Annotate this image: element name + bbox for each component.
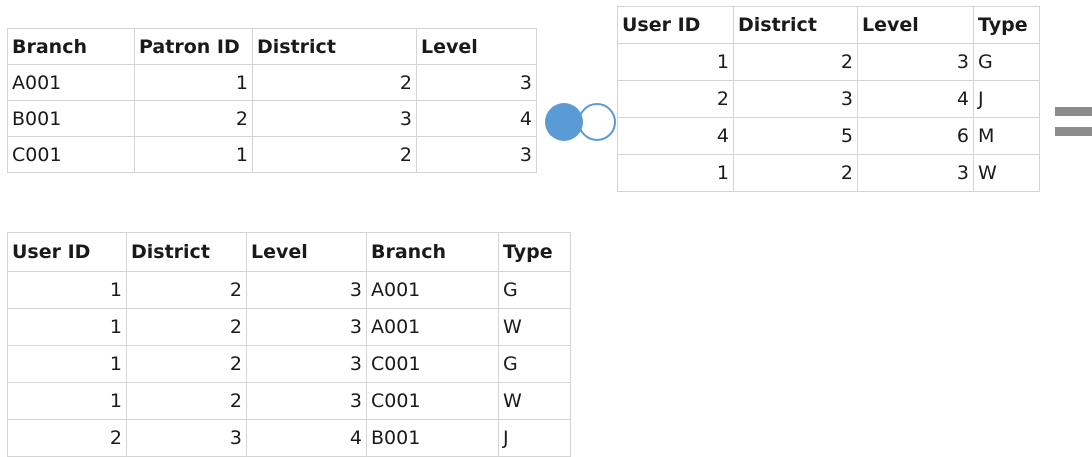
table-cell: 2 [733,154,858,192]
table-row: 1 2 3 C001 W [7,382,571,420]
table-row: 1 2 3 W [617,154,1040,192]
right-set-circle [578,103,616,141]
table-cell: 6 [857,117,974,155]
table-cell: 2 [733,43,858,81]
table-header-row: User ID District Level Branch Type [7,232,571,272]
table-cell: W [973,154,1040,192]
table-cell: 3 [246,271,367,309]
equals-bar-top [1055,107,1092,116]
table-row: 2 3 4 J [617,80,1040,118]
table-cell: 2 [126,308,247,346]
table-cell: 1 [617,43,734,81]
table-cell: J [973,80,1040,118]
table-cell: B001 [7,100,135,137]
table-cell: A001 [366,271,499,309]
table-cell: 1 [617,154,734,192]
table-header-row: User ID District Level Type [617,6,1040,44]
table-cell: 2 [7,419,127,457]
result-table: User ID District Level Branch Type 1 2 3… [7,232,571,457]
table-cell: 3 [246,382,367,420]
table-row: 4 5 6 M [617,117,1040,155]
table-cell: 1 [7,308,127,346]
table-cell: 3 [733,80,858,118]
table-cell: 2 [126,345,247,383]
table-cell: J [498,419,571,457]
table-row: 1 2 3 A001 G [7,271,571,309]
column-header: Branch [366,232,499,272]
table-cell: 4 [617,117,734,155]
table-cell: 4 [246,419,367,457]
table-cell: W [498,308,571,346]
table-cell: 1 [134,64,253,101]
column-header: User ID [617,6,734,44]
column-header: Patron ID [134,28,253,65]
table-cell: 2 [252,64,417,101]
table-cell: 2 [134,100,253,137]
table-cell: C001 [366,382,499,420]
table-cell: 2 [617,80,734,118]
table-cell: A001 [7,64,135,101]
table-cell: G [973,43,1040,81]
table-row: 1 2 3 G [617,43,1040,81]
table-row: B001 2 3 4 [7,100,537,137]
table-cell: A001 [366,308,499,346]
table-cell: 2 [126,271,247,309]
table-cell: 1 [134,136,253,173]
column-header: Branch [7,28,135,65]
table-cell: 3 [252,100,417,137]
table-cell: B001 [366,419,499,457]
column-header: Level [857,6,974,44]
table-cell: G [498,345,571,383]
column-header: Type [498,232,571,272]
table-row: A001 1 2 3 [7,64,537,101]
table-cell: M [973,117,1040,155]
table-row: 1 2 3 C001 G [7,345,571,383]
table-row: 2 3 4 B001 J [7,419,571,457]
left-table: Branch Patron ID District Level A001 1 2… [7,28,537,173]
table-cell: 3 [857,43,974,81]
column-header: Level [246,232,367,272]
table-cell: 3 [857,154,974,192]
column-header: Type [973,6,1040,44]
table-cell: 3 [416,64,537,101]
table-cell: 3 [416,136,537,173]
table-cell: 3 [246,345,367,383]
table-cell: 2 [126,382,247,420]
equals-bar-bottom [1055,127,1092,136]
column-header: User ID [7,232,127,272]
table-row: C001 1 2 3 [7,136,537,173]
column-header: District [252,28,417,65]
table-cell: 1 [7,345,127,383]
table-cell: 5 [733,117,858,155]
table-cell: W [498,382,571,420]
table-cell: 2 [252,136,417,173]
table-cell: 4 [857,80,974,118]
left-set-circle [545,103,583,141]
table-cell: 3 [126,419,247,457]
table-cell: 4 [416,100,537,137]
table-cell: 3 [246,308,367,346]
table-row: 1 2 3 A001 W [7,308,571,346]
right-table: User ID District Level Type 1 2 3 G 2 3 … [617,6,1040,192]
table-cell: 1 [7,271,127,309]
table-cell: G [498,271,571,309]
table-cell: C001 [366,345,499,383]
table-cell: 1 [7,382,127,420]
equals-icon [1055,107,1092,137]
table-header-row: Branch Patron ID District Level [7,28,537,65]
left-join-icon [545,103,616,141]
column-header: District [126,232,247,272]
table-cell: C001 [7,136,135,173]
column-header: District [733,6,858,44]
column-header: Level [416,28,537,65]
